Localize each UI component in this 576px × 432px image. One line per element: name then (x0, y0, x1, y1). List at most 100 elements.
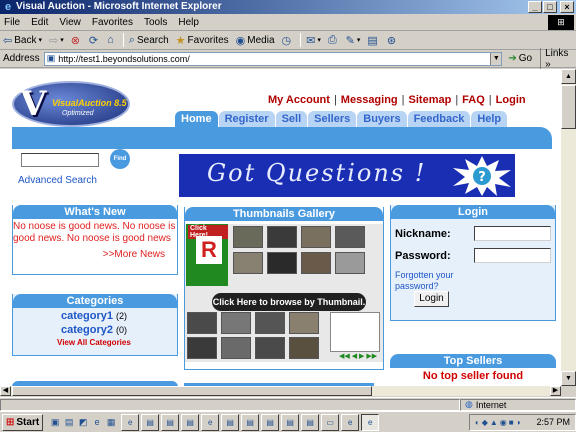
taskbar: ⊞ Start ▣ ▤ ◩ e ▦ e ▤ ▤ ▤ e ▤ ▤ ▤ ▤ ▤ ▭ e… (0, 411, 576, 432)
history-button[interactable]: ◷ (282, 34, 294, 47)
scroll-down-icon[interactable]: ▼ (561, 371, 576, 386)
tab-sellers[interactable]: Sellers (308, 111, 357, 127)
task-button[interactable]: e (121, 413, 140, 431)
messaging-link[interactable]: Messaging (341, 94, 398, 106)
top-sellers-box: Top Sellers No top seller found (390, 354, 556, 386)
thumbnail (335, 226, 365, 248)
find-button[interactable]: Find (110, 149, 130, 169)
go-button[interactable]: ➔ Go (508, 53, 532, 64)
task-button[interactable]: ▤ (161, 413, 180, 431)
quicklaunch-icon[interactable]: ▦ (105, 415, 117, 429)
task-button[interactable]: ▭ (321, 413, 340, 431)
svg-text:?: ? (478, 170, 486, 185)
horizontal-scroll-thumb[interactable] (12, 386, 372, 396)
quicklaunch-icon[interactable]: ▤ (63, 415, 75, 429)
click-here-badge[interactable]: Click Here! R (186, 224, 228, 286)
tray-icon[interactable]: ◉ (500, 418, 507, 427)
back-button[interactable]: ⇦ Back ▾ (3, 34, 42, 47)
menu-favorites[interactable]: Favorites (92, 17, 133, 28)
tray-icon[interactable]: ▲ (490, 418, 498, 427)
visual-auction-logo[interactable]: V VisualAuction 8.5 Optimized (12, 81, 130, 127)
task-button[interactable]: e (201, 413, 220, 431)
media-button[interactable]: ◉ Media (236, 34, 275, 47)
got-questions-banner[interactable]: Got Questions ! ? (179, 154, 515, 197)
toolbar: ⇦ Back ▾ ⇨ ▾ ⊗ ⟳ ⌂ ⌕ Search ★ Favorites ◉ Medi… (0, 31, 576, 50)
password-input[interactable] (474, 248, 551, 263)
tab-buyers[interactable]: Buyers (357, 111, 407, 127)
favorites-button[interactable]: ★ Favorites (176, 34, 229, 47)
sitemap-link[interactable]: Sitemap (409, 94, 452, 106)
print-button[interactable]: ⎙ (328, 34, 339, 47)
task-button[interactable]: ▤ (281, 413, 300, 431)
categories-title: Categories (13, 294, 177, 308)
discuss-button[interactable]: ▤ (367, 34, 379, 47)
stop-button[interactable]: ⊗ (71, 34, 82, 47)
minimize-button[interactable]: _ (528, 1, 542, 13)
mail-button[interactable]: ✉ ▾ (306, 34, 321, 47)
tab-sell[interactable]: Sell (275, 111, 308, 127)
menu-view[interactable]: View (59, 17, 81, 28)
forward-button[interactable]: ⇨ ▾ (49, 34, 64, 47)
menu-edit[interactable]: Edit (31, 17, 48, 28)
thumbnail-collage[interactable]: Click Here! R Click Here to browse by Th… (185, 224, 383, 362)
address-dropdown-icon[interactable]: ▼ (490, 52, 502, 65)
menu-tools[interactable]: Tools (144, 17, 167, 28)
category-item[interactable]: category1 (2) (13, 310, 177, 322)
close-button[interactable]: × (560, 1, 574, 13)
vertical-scrollbar[interactable]: ▲ ▼ (561, 69, 576, 386)
menu-help[interactable]: Help (178, 17, 199, 28)
my-account-link[interactable]: My Account (268, 94, 330, 106)
links-button[interactable]: Links » (540, 47, 576, 70)
tray-icon[interactable]: ◑ (516, 418, 521, 427)
quick-launch: ▣ ▤ ◩ e ▦ (49, 415, 117, 429)
categories-box: Categories category1 (2) category2 (0) V… (12, 294, 178, 356)
tab-register[interactable]: Register (218, 111, 275, 127)
more-news-link[interactable]: >>More News (13, 249, 177, 260)
tray-icon[interactable]: ■ (509, 418, 514, 427)
task-button[interactable]: ▤ (301, 413, 320, 431)
advanced-search-link[interactable]: Advanced Search (18, 175, 97, 186)
print-icon: ⎙ (327, 33, 337, 46)
maximize-button[interactable]: □ (543, 1, 557, 13)
horizontal-scrollbar[interactable]: ◀ ▶ (0, 386, 561, 396)
home-button[interactable]: ⌂ (107, 34, 116, 46)
tab-help[interactable]: Help (471, 111, 508, 127)
scroll-left-icon[interactable]: ◀ (0, 386, 11, 396)
faq-link[interactable]: FAQ (462, 94, 485, 106)
category-item[interactable]: category2 (0) (13, 324, 177, 336)
address-input[interactable]: ▣ http://test1.beyondsolutions.com/ ▼ (43, 51, 503, 66)
item-card (330, 312, 380, 352)
nickname-input[interactable] (474, 226, 551, 241)
browse-thumbnail-callout[interactable]: Click Here to browse by Thumbnail. (212, 293, 366, 311)
gallery-nav-icon[interactable]: ◀◀ ◀ ▶ ▶▶ (339, 352, 377, 360)
scroll-right-icon[interactable]: ▶ (550, 386, 561, 396)
task-button[interactable]: ▤ (261, 413, 280, 431)
messenger-button[interactable]: ⊛ (387, 34, 398, 47)
login-link[interactable]: Login (496, 94, 526, 106)
scroll-up-icon[interactable]: ▲ (561, 69, 576, 84)
login-button[interactable]: Login (414, 291, 449, 307)
task-button[interactable]: e (341, 413, 360, 431)
tray-icon[interactable]: ◐ (475, 418, 480, 427)
view-all-categories-link[interactable]: View All Categories (13, 338, 177, 347)
vertical-scroll-thumb[interactable] (561, 85, 576, 129)
refresh-button[interactable]: ⟳ (89, 34, 100, 47)
quicklaunch-icon[interactable]: ▣ (49, 415, 61, 429)
task-button[interactable]: ▤ (141, 413, 160, 431)
task-button[interactable]: ▤ (221, 413, 240, 431)
tray-icon[interactable]: ◆ (482, 418, 488, 427)
edit-button[interactable]: ✎ ▾ (346, 34, 361, 47)
tab-feedback[interactable]: Feedback (407, 111, 471, 127)
search-button[interactable]: ⌕ Search (129, 34, 169, 47)
forgot-password-link[interactable]: Forgotten your password? (395, 270, 465, 292)
task-button[interactable]: ▤ (241, 413, 260, 431)
task-button-active[interactable]: e (361, 413, 380, 431)
tab-home[interactable]: Home (175, 111, 218, 127)
quicklaunch-icon[interactable]: ◩ (77, 415, 89, 429)
start-button[interactable]: ⊞ Start (2, 413, 44, 431)
search-input[interactable] (21, 153, 99, 167)
quicklaunch-icon[interactable]: e (91, 415, 103, 429)
thumbnail (289, 312, 319, 334)
task-button[interactable]: ▤ (181, 413, 200, 431)
menu-file[interactable]: File (4, 17, 20, 28)
